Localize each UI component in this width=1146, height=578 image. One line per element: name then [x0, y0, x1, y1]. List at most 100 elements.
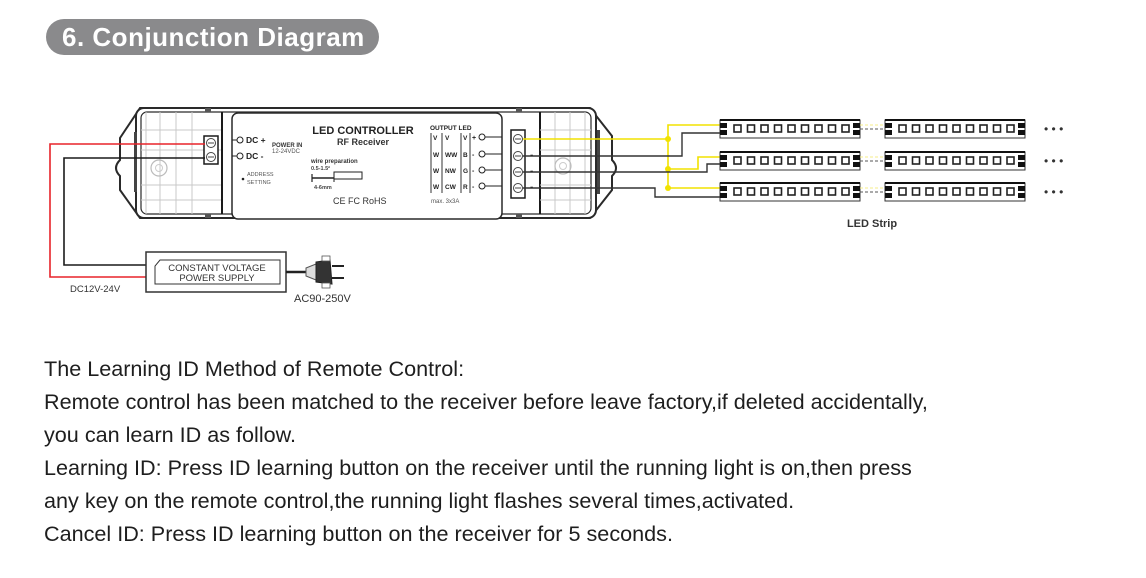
led-chip-icon — [979, 156, 988, 165]
led-chip-icon — [965, 187, 975, 196]
output-port-icon — [478, 166, 486, 174]
instructions-line: any key on the remote control,the runnin… — [44, 488, 795, 513]
led-chip-icon — [760, 187, 769, 196]
led-chip-icon — [841, 156, 850, 165]
led-chip-icon — [952, 156, 961, 165]
output-led-cell: W — [433, 168, 440, 175]
led-chip-icon — [814, 124, 823, 133]
led-chip-icon — [992, 187, 1002, 196]
led-chip-icon — [787, 124, 796, 133]
led-chip-icon — [992, 124, 1002, 133]
led-strip-segment — [719, 119, 861, 139]
output-port-sign: + — [472, 135, 476, 142]
led-chip-icon — [925, 187, 934, 196]
led-chip-icon — [1006, 124, 1015, 133]
wire-strip-length: 4-6mm — [314, 185, 332, 191]
led-chip-icon — [800, 187, 810, 196]
input-terminal-block — [203, 135, 219, 165]
output-led-cell: V — [463, 135, 468, 142]
output-led-cell: CW — [445, 184, 457, 191]
wire-prep-label: wire preparation — [310, 159, 358, 165]
controller-subtitle: RF Receiver — [337, 137, 390, 147]
led-chip-icon — [938, 156, 948, 165]
led-chip-icon — [925, 156, 934, 165]
output-terminal-block — [510, 129, 526, 199]
led-chip-icon — [746, 156, 756, 165]
instructions-line: Remote control has been matched to the r… — [44, 389, 928, 414]
led-chip-icon — [938, 187, 948, 196]
led-chip-icon — [733, 156, 742, 165]
led-chip-icon — [898, 187, 907, 196]
certification-marks: CE FC RoHS — [333, 196, 387, 206]
led-chip-icon — [827, 124, 837, 133]
output-led-cell: G — [463, 168, 468, 175]
output-led-cell: V — [445, 135, 450, 142]
controller-title: LED CONTROLLER — [312, 125, 413, 137]
instructions-line: Learning ID: Press ID learning button on… — [44, 455, 912, 480]
output-led-title: OUTPUT LED — [430, 125, 472, 132]
continuation-dots: • • • — [1044, 122, 1063, 136]
dc-minus-terminal-icon — [236, 152, 244, 160]
led-chip-icon — [898, 124, 907, 133]
output-led-cell: WW — [445, 152, 458, 159]
power-in-range: 12-24VDC — [272, 149, 301, 155]
wire-prep-size: 0.5-1.5² — [311, 165, 330, 172]
output-led-cell: V — [433, 135, 438, 142]
output-port-icon — [478, 133, 486, 141]
ac-voltage-label: AC90-250V — [294, 293, 352, 305]
led-chip-icon — [952, 124, 961, 133]
led-chip-icon — [841, 187, 850, 196]
led-chip-icon — [827, 156, 837, 165]
led-chip-icon — [746, 124, 756, 133]
led-chip-icon — [746, 187, 756, 196]
output-led-cell: NW — [445, 168, 457, 175]
led-strip-segment — [719, 182, 861, 202]
led-chip-icon — [800, 124, 810, 133]
ac-plug-icon — [286, 255, 344, 289]
led-chip-icon — [827, 187, 837, 196]
output-led-cell: W — [433, 152, 440, 159]
led-chip-icon — [898, 156, 907, 165]
led-chip-icon — [773, 156, 783, 165]
address-label: ADDRESS — [247, 172, 274, 178]
led-chip-icon — [787, 156, 796, 165]
address-setting-dot-icon — [241, 177, 245, 181]
led-chip-icon — [733, 124, 742, 133]
led-chip-icon — [965, 156, 975, 165]
led-chip-icon — [979, 124, 988, 133]
output-led-cell: W — [433, 184, 440, 191]
dc-plus-terminal-icon — [236, 136, 244, 144]
led-chip-icon — [938, 124, 948, 133]
led-chip-icon — [760, 124, 769, 133]
continuation-dots: • • • — [1044, 154, 1063, 168]
led-chip-icon — [733, 187, 742, 196]
output-led-cell: R — [463, 184, 468, 191]
led-chip-icon — [773, 187, 783, 196]
led-chip-icon — [814, 156, 823, 165]
instructions-line: you can learn ID as follow. — [44, 422, 297, 447]
led-strip-segment — [719, 151, 861, 171]
output-led-cell: B — [463, 152, 468, 159]
output-port-icon — [478, 182, 486, 190]
led-strips: • • • • • • • • • — [719, 119, 1063, 202]
instructions-heading: The Learning ID Method of Remote Control… — [44, 356, 465, 381]
instructions-line: Cancel ID: Press ID learning button on t… — [44, 521, 673, 546]
led-chip-icon — [841, 124, 850, 133]
led-strip-segment — [884, 119, 1026, 139]
led-chip-icon — [911, 187, 921, 196]
instructions: The Learning ID Method of Remote Control… — [44, 352, 1134, 550]
led-strip-label: LED Strip — [847, 218, 897, 230]
led-chip-icon — [800, 156, 810, 165]
led-chip-icon — [1006, 156, 1015, 165]
dc-minus-label: DC - — [246, 151, 264, 161]
conjunction-diagram: - - - DC + DC - POWER IN 12-24VDC ADDRES… — [49, 107, 1063, 305]
led-chip-icon — [911, 156, 921, 165]
led-chip-icon — [952, 187, 961, 196]
dc-voltage-label: DC12V-24V — [70, 284, 121, 295]
dc-plus-label: DC + — [246, 135, 266, 145]
led-chip-icon — [979, 187, 988, 196]
led-chip-icon — [965, 124, 975, 133]
led-chip-icon — [992, 156, 1002, 165]
led-chip-icon — [925, 124, 934, 133]
power-supply-line2: POWER SUPPLY — [179, 273, 255, 284]
